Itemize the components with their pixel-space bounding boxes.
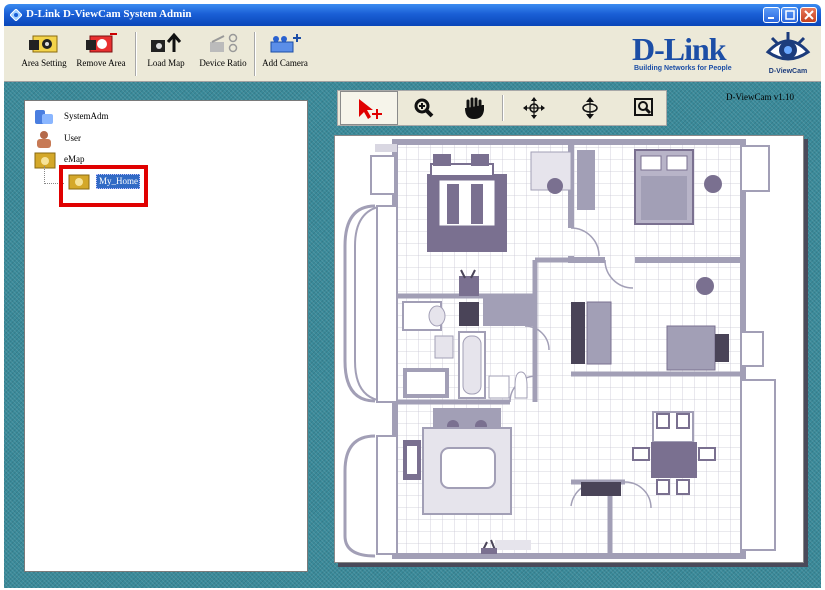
- title-bar[interactable]: D-Link D-ViewCam System Admin: [4, 4, 821, 26]
- floor-plan-image: [335, 136, 803, 562]
- main-toolbar: Area Setting Remove Area Load Map Device…: [4, 26, 821, 82]
- user-icon: [37, 131, 51, 148]
- add-camera-icon: [270, 34, 301, 53]
- tree-item-user[interactable]: User: [34, 130, 114, 148]
- add-camera-button[interactable]: Add Camera: [258, 28, 312, 78]
- window-title: D-Link D-ViewCam System Admin: [26, 8, 192, 20]
- minimize-icon: [768, 17, 774, 19]
- eye-icon: [765, 32, 811, 61]
- maximize-button[interactable]: [781, 7, 798, 23]
- remove-area-icon: [86, 33, 117, 53]
- minimize-button[interactable]: [763, 7, 780, 23]
- dlink-logo: D-Link Building Networks for People: [632, 31, 750, 78]
- close-icon: [804, 10, 814, 20]
- area-setting-icon: [29, 35, 58, 53]
- pan-button[interactable]: [448, 91, 500, 125]
- device-ratio-label: Device Ratio: [199, 58, 247, 68]
- device-ratio-button[interactable]: Device Ratio: [196, 28, 250, 78]
- app-window: D-Link D-ViewCam System Admin Area Setti…: [0, 0, 825, 590]
- brand-name: D-Link: [632, 31, 727, 67]
- tree-item-label: eMap: [64, 154, 85, 164]
- move-vertical-icon: [582, 97, 598, 119]
- app-icon: [10, 9, 22, 21]
- select-pointer-icon: [359, 99, 382, 119]
- emap-canvas[interactable]: [334, 135, 804, 563]
- load-map-icon: [151, 32, 182, 52]
- zoom-in-button[interactable]: [398, 91, 450, 125]
- callout-box: [59, 165, 148, 207]
- move-vertical-button[interactable]: [564, 91, 616, 125]
- tree-connector: [44, 166, 45, 184]
- brand-tagline: Building Networks for People: [634, 65, 732, 72]
- tree-item-systemadm[interactable]: SystemAdm: [34, 108, 124, 126]
- map-toolbar: [337, 90, 667, 126]
- product-name: D-ViewCam: [768, 68, 808, 75]
- move-horizontal-icon: [523, 97, 545, 119]
- tree-item-label: User: [64, 133, 81, 143]
- select-tool-button[interactable]: [340, 91, 398, 125]
- zoom-fit-icon: [634, 98, 653, 116]
- zoom-fit-button[interactable]: [618, 91, 670, 125]
- version-label: D-ViewCam v1.10: [726, 92, 794, 102]
- move-horizontal-button[interactable]: [508, 91, 560, 125]
- system-admin-icon: [35, 110, 53, 124]
- add-camera-label: Add Camera: [262, 58, 308, 68]
- pan-hand-icon: [465, 97, 484, 120]
- emap-icon: [34, 152, 56, 169]
- tree-item-label: SystemAdm: [64, 111, 109, 121]
- toolbar-separator: [254, 32, 256, 76]
- load-map-label: Load Map: [147, 58, 185, 68]
- map-toolbar-separator: [502, 95, 504, 121]
- remove-area-button[interactable]: Remove Area: [74, 28, 128, 78]
- remove-area-label: Remove Area: [76, 58, 126, 68]
- area-setting-label: Area Setting: [21, 58, 67, 68]
- load-map-button[interactable]: Load Map: [142, 28, 190, 78]
- device-ratio-icon: [210, 33, 238, 53]
- close-button[interactable]: [800, 7, 817, 23]
- area-setting-button[interactable]: Area Setting: [18, 28, 70, 78]
- zoom-in-icon: [414, 98, 434, 118]
- maximize-icon: [785, 10, 795, 20]
- toolbar-separator: [135, 32, 137, 76]
- viewcam-logo: D-ViewCam: [760, 30, 816, 78]
